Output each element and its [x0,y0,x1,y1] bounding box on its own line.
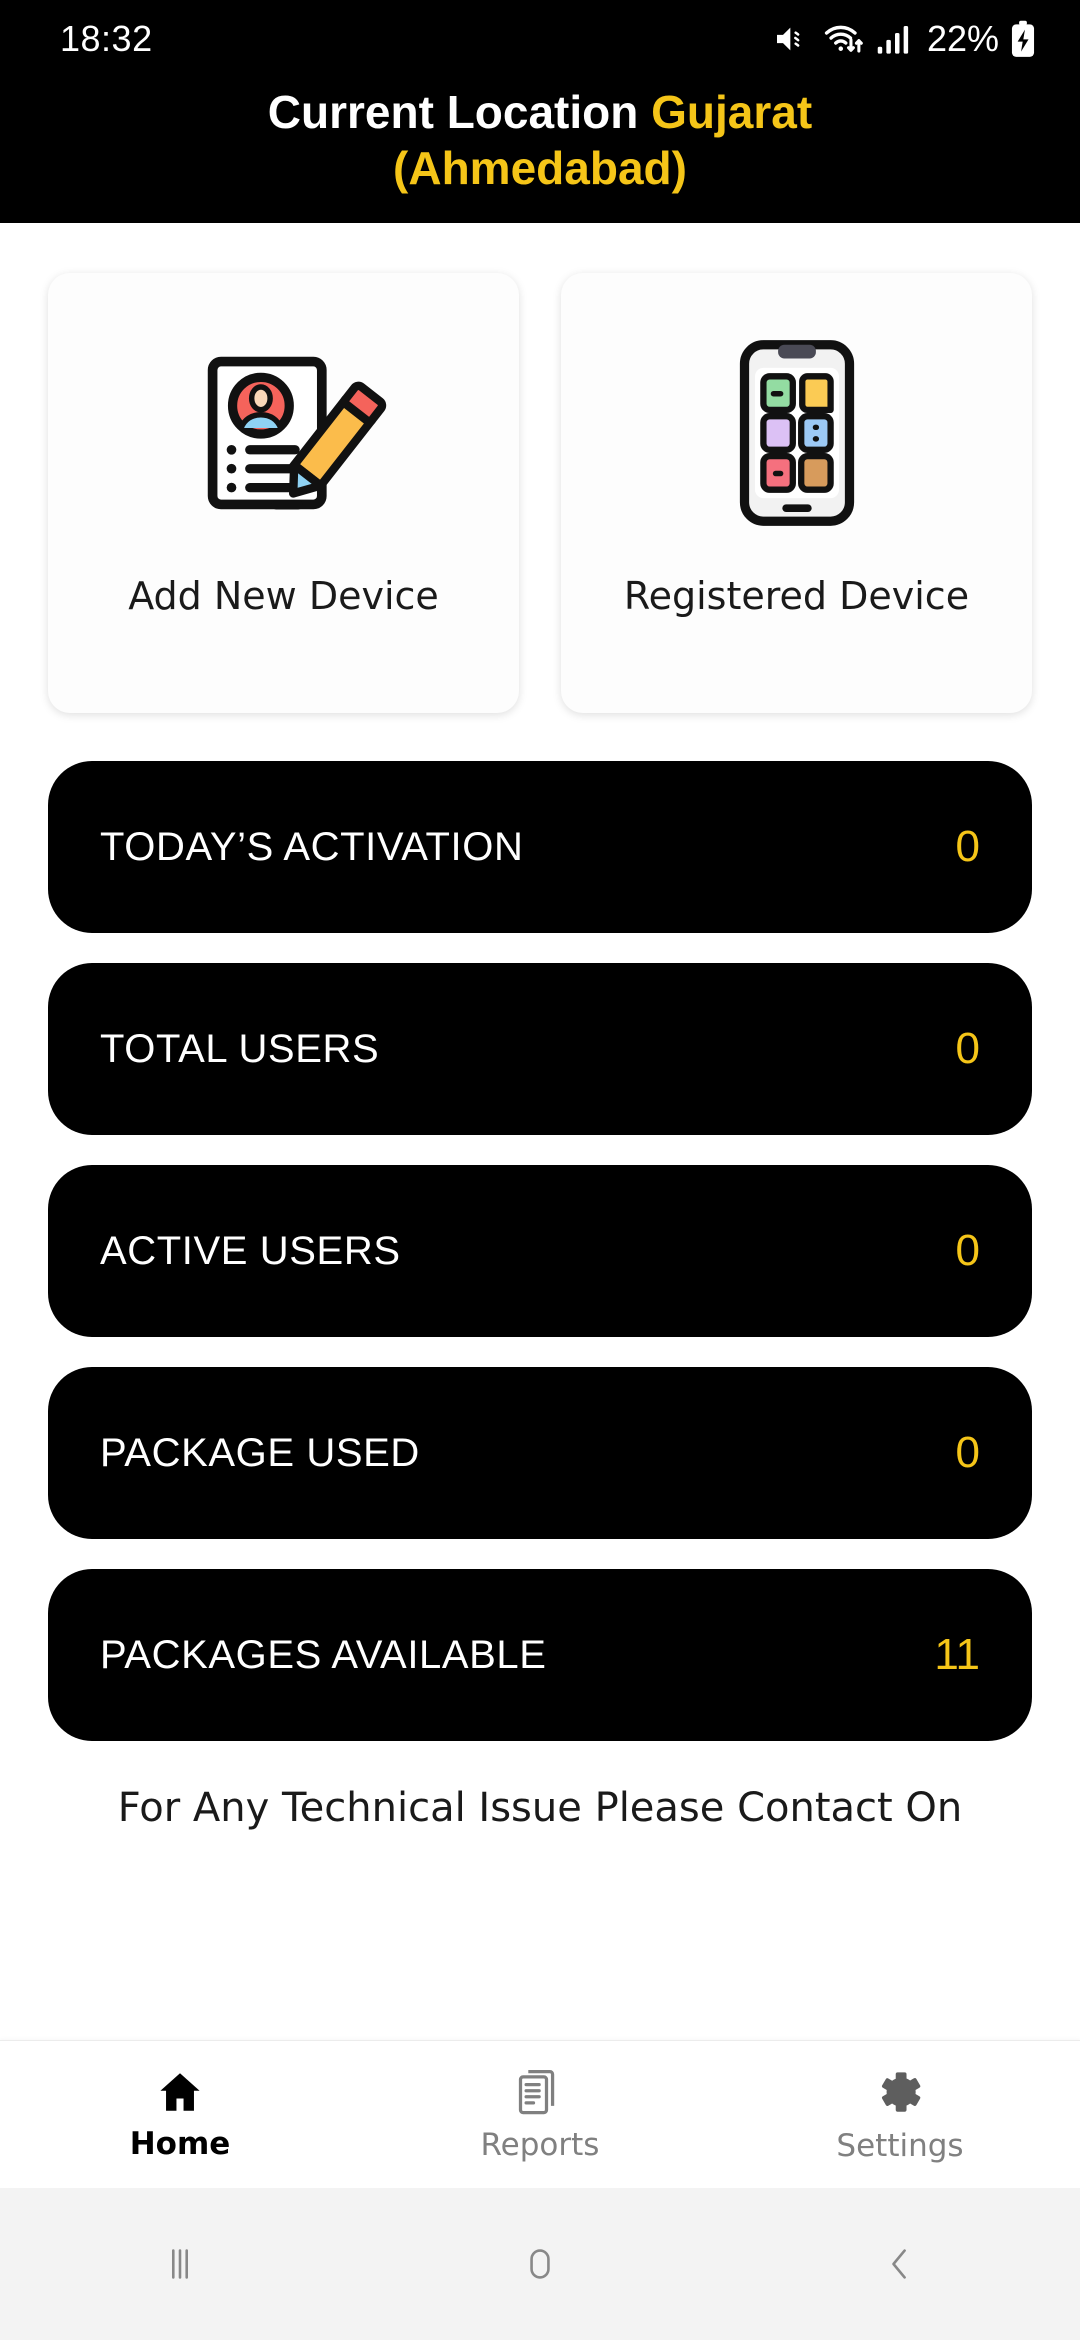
stat-value: 0 [955,1428,980,1477]
reports-icon [518,2070,555,2115]
android-system-nav [0,2188,1080,2340]
nav-label-home: Home [129,2126,231,2162]
home-circle-icon [530,2249,550,2279]
battery-percent-label: 22% [926,18,999,59]
status-bar-clock: 18:32 [60,18,153,59]
add-new-device-label: Add New Device [128,574,439,618]
stat-row-active-users[interactable]: ACTIVE USERS 0 [48,1165,1032,1337]
shortcut-cards: Add New Device Registered Device [0,223,1080,713]
wifi-icon [824,25,863,53]
stat-row-package-used[interactable]: PACKAGE USED 0 [48,1367,1032,1539]
main-content: Add New Device Registered Device TODAY’S… [0,223,1080,2085]
nav-label-reports: Reports [480,2127,600,2163]
page-header: Current Location Gujarat (Ahmedabad) [0,78,1080,223]
smartphone-apps-icon [687,325,907,540]
registered-device-card[interactable]: Registered Device [561,273,1032,713]
app-screen: 18:32 22% Current Location Gujarat (Ahme… [0,0,1080,2340]
page-title-state: Gujarat [651,86,813,138]
bottom-navigation: Home Reports Settings [0,2040,1080,2188]
gear-icon [881,2072,921,2112]
status-bar: 18:32 22% [0,0,1080,78]
back-button[interactable] [720,2241,1080,2287]
stat-label: PACKAGE USED [100,1430,420,1475]
add-new-device-card[interactable]: Add New Device [48,273,519,713]
stat-value: 0 [955,1226,980,1275]
nav-item-home[interactable]: Home [0,2067,360,2162]
nav-label-settings: Settings [836,2128,964,2164]
status-bar-icons: 22% [772,18,1036,60]
technical-issue-note: For Any Technical Issue Please Contact O… [117,1785,963,1831]
nav-item-settings[interactable]: Settings [720,2065,1080,2164]
page-title-prefix: Current Location [267,86,639,138]
document-user-pencil-icon [174,325,394,540]
mute-icon [776,27,800,51]
stat-label: TOTAL USERS [100,1026,380,1071]
stat-label: TODAY’S ACTIVATION [100,824,524,869]
stat-label: PACKAGES AVAILABLE [100,1632,547,1677]
stat-row-total-users[interactable]: TOTAL USERS 0 [48,963,1032,1135]
recents-button[interactable] [0,2241,360,2287]
battery-charging-icon [1011,20,1035,57]
home-button[interactable] [360,2241,720,2287]
stat-value: 11 [934,1630,980,1679]
recents-icon [171,2249,189,2279]
back-chevron-icon [892,2249,906,2279]
registered-device-label: Registered Device [623,574,970,618]
stat-row-packages-available[interactable]: PACKAGES AVAILABLE 11 [48,1569,1032,1741]
page-title: Current Location Gujarat [268,84,812,140]
page-title-city: (Ahmedabad) [393,142,687,195]
stat-value: 0 [955,1024,980,1073]
stat-row-todays-activation[interactable]: TODAY’S ACTIVATION 0 [48,761,1032,933]
stat-value: 0 [955,822,980,871]
signal-icon [877,26,909,54]
nav-item-reports[interactable]: Reports [360,2066,720,2163]
stats-list: TODAY’S ACTIVATION 0 TOTAL USERS 0 ACTIV… [0,713,1080,1741]
home-icon [160,2073,200,2111]
stat-label: ACTIVE USERS [100,1228,401,1273]
